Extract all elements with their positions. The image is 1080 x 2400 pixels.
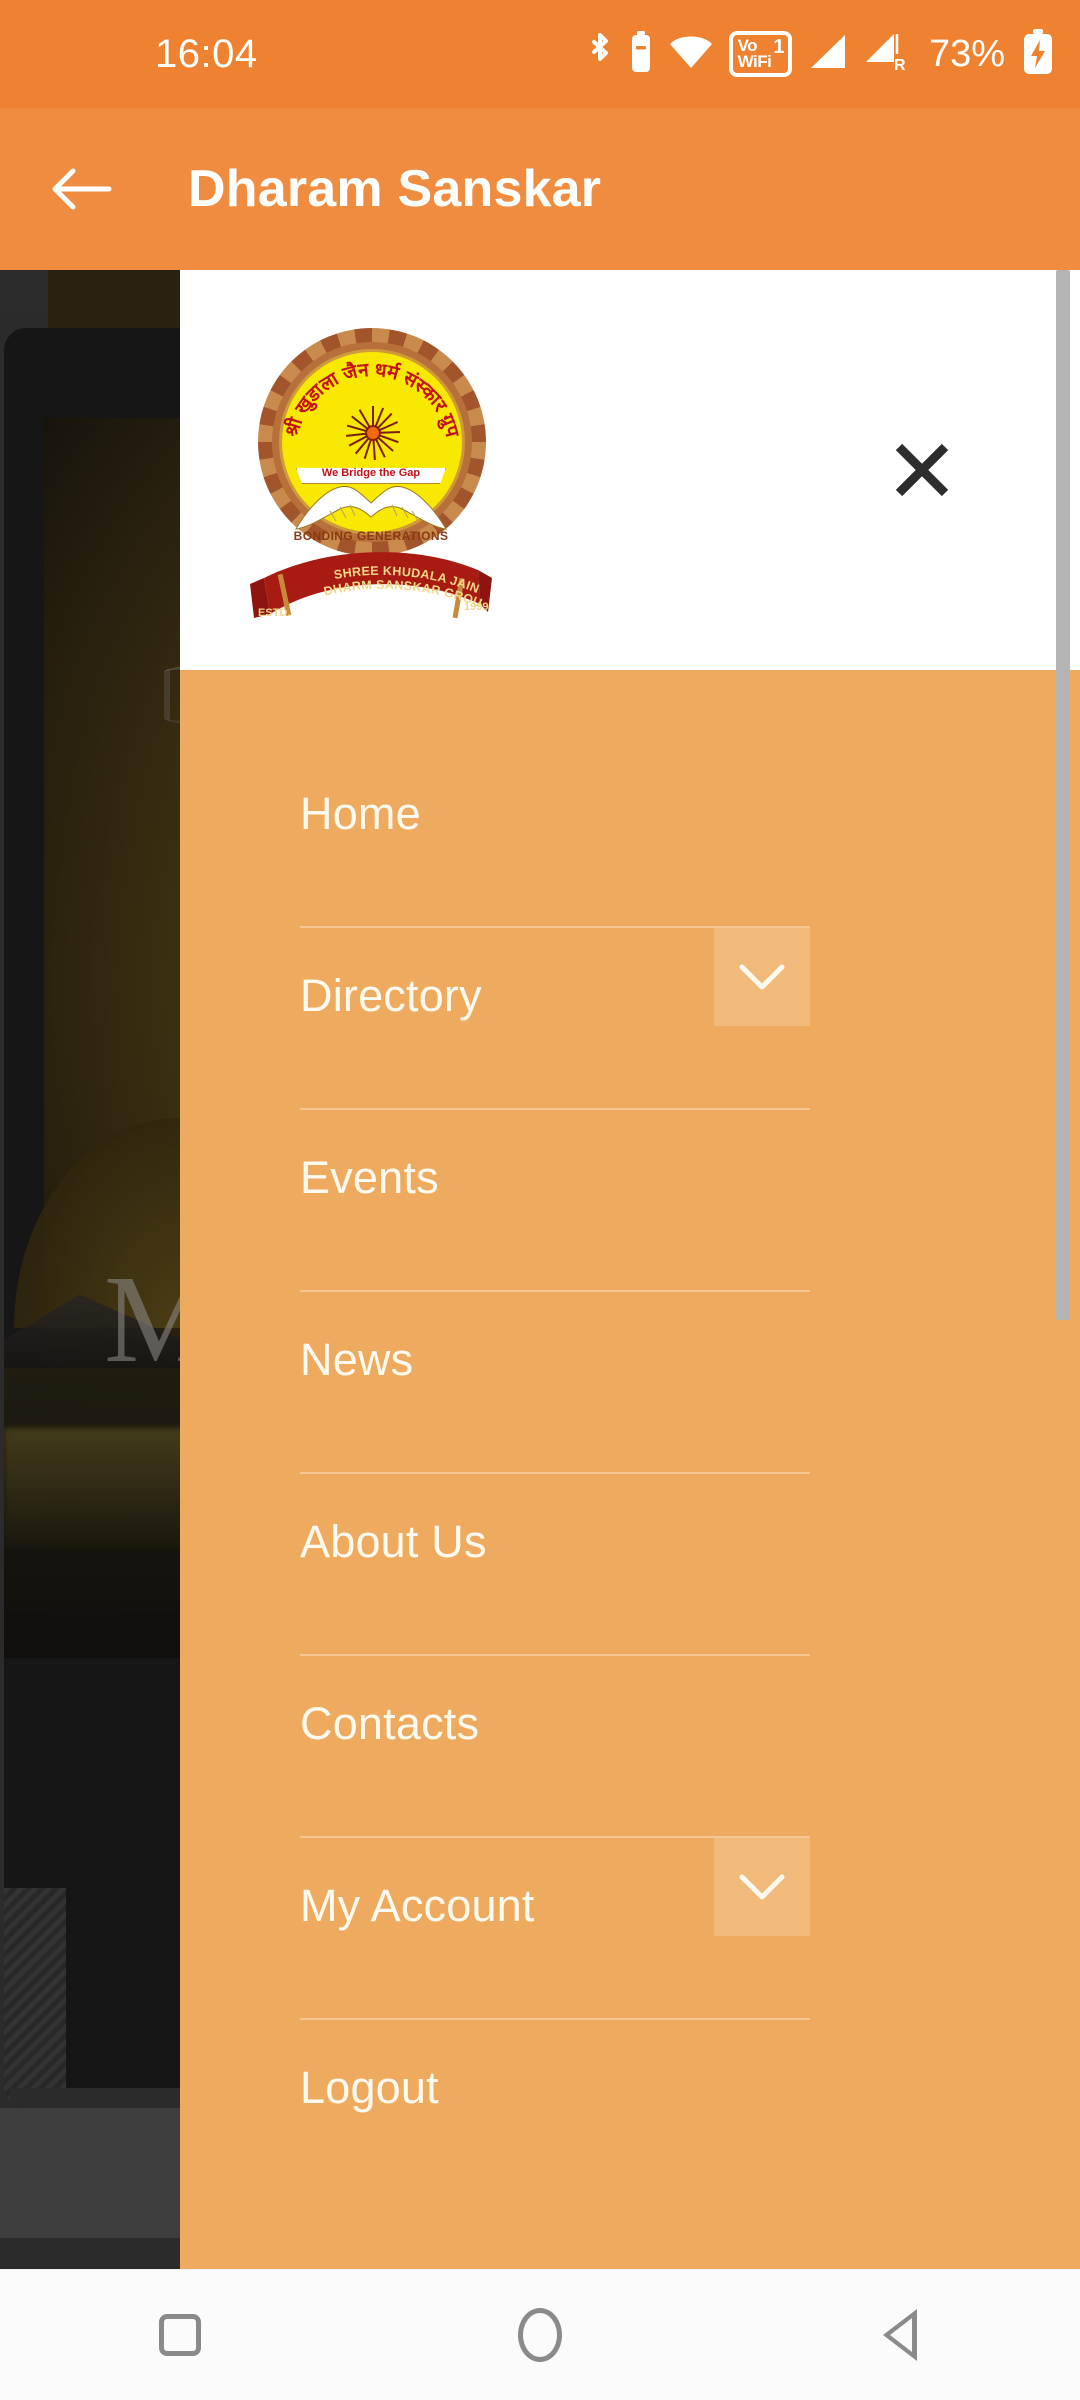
expand-my-account-button[interactable] [714,1838,810,1936]
status-bar: 16:04 Vo WiFi 1 R 73% [0,0,1080,108]
signal-bars-icon [807,33,849,76]
menu-item-label: Logout [300,2062,439,2113]
wifi-icon [668,32,714,77]
back-button[interactable] [28,135,136,243]
vowifi-line2: WiFi [737,52,772,71]
organization-logo: श्री खुडाला जैन धर्म संस्कार ग्रुप We Br… [236,320,501,620]
android-nav-bar [0,2269,1080,2400]
recents-button[interactable] [110,2270,250,2400]
menu-item-label: Contacts [300,1698,480,1749]
bluetooth-battery-icon [629,30,653,79]
status-clock: 16:04 [155,31,258,76]
status-icons: Vo WiFi 1 R 73% [586,28,1054,80]
drawer-header: श्री खुडाला जैन धर्म संस्कार ग्रुप We Br… [180,270,1080,670]
menu-item-about-us[interactable]: About Us [180,1474,1080,1656]
menu-item-label: About Us [300,1516,487,1567]
arrow-left-icon [52,168,112,210]
app-bar: Dharam Sanskar [0,108,1080,270]
menu-item-contacts[interactable]: Contacts [180,1656,1080,1838]
menu-item-label: News [300,1334,414,1385]
logo-ribbon: SHREE KHUDALA JAIN DHARM SANSKAR GROUP E… [238,537,500,620]
menu-item-news[interactable]: News [180,1292,1080,1474]
svg-text:R: R [894,57,906,72]
logo-ribbon-year: 1999 [464,601,488,613]
drawer-scrollbar-thumb[interactable] [1056,270,1070,1320]
battery-charging-icon [1022,28,1054,80]
menu-item-directory[interactable]: Directory [180,928,1080,1110]
page-title: Dharam Sanskar [188,160,602,218]
chevron-down-icon [739,1874,785,1900]
drawer-menu-list: Home Directory Events News About Us Cont… [180,670,1080,2269]
vowifi-sim-number: 1 [773,35,784,58]
menu-item-label: Events [300,1152,439,1203]
menu-item-label: Directory [300,970,482,1021]
drawer-scrollbar[interactable] [1056,270,1070,2269]
menu-item-home[interactable]: Home [180,746,1080,928]
menu-item-label: Home [300,788,421,839]
square-recents-icon [159,2314,201,2356]
logo-subtitle: BONDING GENERATIONS [293,529,449,543]
phone-screen: M 16:04 Vo WiFi 1 R 73% Dharam Sanskar श… [0,0,1080,2400]
menu-item-events[interactable]: Events [180,1110,1080,1292]
close-icon [895,443,949,497]
triangle-back-icon [883,2309,917,2361]
close-drawer-button[interactable] [874,422,970,518]
logo-tagline: We Bridge the Gap [321,467,421,479]
bluetooth-icon [586,31,614,78]
menu-item-logout[interactable]: Logout [180,2020,1080,2202]
menu-item-my-account[interactable]: My Account [180,1838,1080,2020]
vowifi-badge-icon: Vo WiFi 1 [728,30,792,78]
logo-sun-icon [346,406,401,461]
logo-ribbon-estd: ESTD. [258,607,290,619]
expand-directory-button[interactable] [714,928,810,1026]
back-nav-button[interactable] [830,2270,970,2400]
battery-percent-label: 73% [928,32,1005,75]
signal-bars-roaming-icon: R [864,32,908,77]
menu-item-label: My Account [300,1880,535,1931]
chevron-down-icon [739,964,785,990]
circle-home-icon [518,2308,562,2362]
navigation-drawer: श्री खुडाला जैन धर्म संस्कार ग्रुप We Br… [180,270,1080,2269]
home-button[interactable] [470,2270,610,2400]
